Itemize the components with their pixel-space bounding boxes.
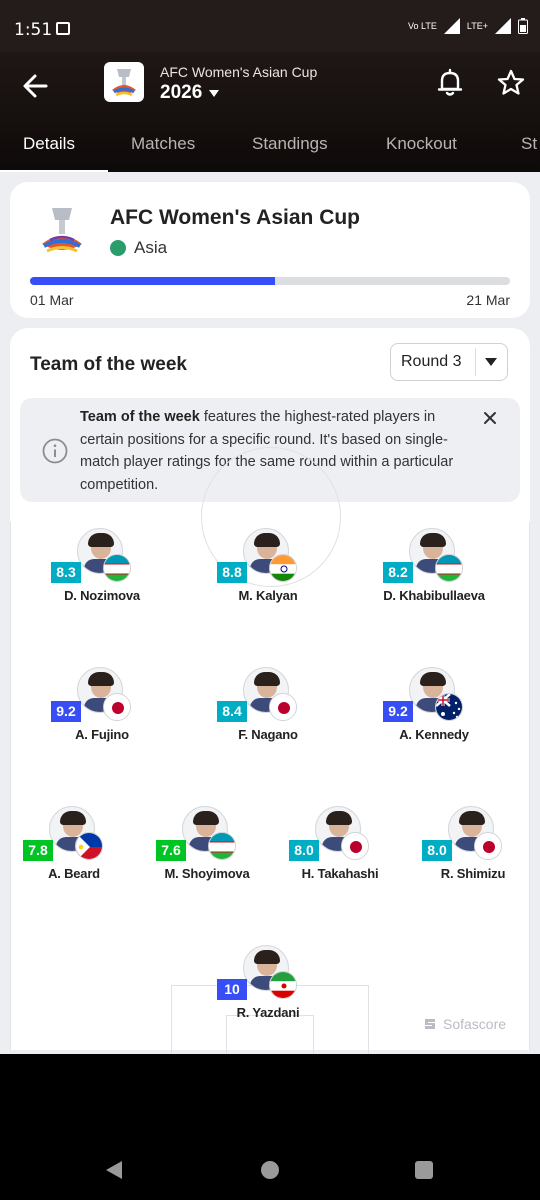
team-of-week-title: Team of the week — [30, 354, 187, 375]
close-icon[interactable] — [482, 410, 498, 426]
season-selector[interactable]: 2026 — [160, 82, 317, 104]
status-time: 1:51 — [14, 20, 53, 40]
sofascore-watermark: Sofascore — [423, 1016, 506, 1032]
player-name: M. Shoyimova — [164, 866, 250, 881]
info-icon — [42, 438, 68, 464]
player-name: R. Yazdani — [236, 1005, 300, 1020]
sim-icon — [56, 22, 70, 35]
flag-japan-icon — [341, 832, 369, 860]
tab-standings[interactable]: Standings — [252, 134, 328, 154]
dropdown-arrow-icon — [475, 348, 497, 376]
player-card[interactable]: 8.3 D. Nozimova — [42, 528, 162, 608]
app-bar: AFC Women's Asian Cup 2026 Details Match… — [0, 52, 540, 173]
player-rating: 8.3 — [51, 562, 81, 583]
player-card[interactable]: 10 R. Yazdani — [208, 945, 328, 1025]
player-card[interactable]: 8.0 R. Shimizu — [413, 806, 533, 886]
round-label: Round 3 — [401, 353, 462, 370]
nav-back-icon[interactable] — [104, 1160, 124, 1180]
tournament-progress-bar — [30, 277, 510, 285]
watermark-label: Sofascore — [443, 1016, 507, 1032]
player-name: A. Beard — [48, 866, 100, 881]
star-icon[interactable] — [496, 68, 526, 98]
player-card[interactable]: 8.2 D. Khabibullaeva — [374, 528, 494, 608]
signal-icon-2 — [495, 18, 511, 34]
flag-uzbekistan-icon — [103, 554, 131, 582]
player-card[interactable]: 9.2 A. Fujino — [42, 667, 162, 747]
player-card[interactable]: 9.2 A. Kennedy — [374, 667, 494, 747]
player-name: A. Kennedy — [399, 727, 469, 742]
player-rating: 8.0 — [422, 840, 452, 861]
player-card[interactable]: 7.6 M. Shoyimova — [147, 806, 267, 886]
tab-details[interactable]: Details — [23, 134, 75, 154]
info-bold: Team of the week — [80, 409, 200, 425]
flag-uzbekistan-icon — [435, 554, 463, 582]
progress-fill — [30, 277, 275, 285]
player-name: H. Takahashi — [301, 866, 379, 881]
player-rating: 8.8 — [217, 562, 247, 583]
lte-label: LTE+ — [466, 21, 488, 31]
player-rating: 7.8 — [23, 840, 53, 861]
network-label: Vo LTE — [408, 21, 437, 31]
tab-statistics[interactable]: St — [521, 134, 537, 154]
team-of-week-card: Team of the week Round 3 Team of the wee… — [10, 328, 533, 1054]
flag-australia-icon — [435, 693, 463, 721]
flag-philippines-icon — [75, 832, 103, 860]
season-label: 2026 — [160, 82, 203, 103]
tab-bar: Details Matches Standings Knockout St — [0, 126, 540, 173]
trophy-logo — [42, 208, 82, 253]
player-rating: 9.2 — [51, 701, 81, 722]
flag-japan-icon — [269, 693, 297, 721]
player-name: D. Nozimova — [64, 588, 140, 603]
player-rating: 8.2 — [383, 562, 413, 583]
bell-icon[interactable] — [436, 68, 464, 98]
tournament-card: AFC Women's Asian Cup Asia 01 Mar 21 Mar — [10, 182, 530, 318]
player-card[interactable]: 8.4 F. Nagano — [208, 667, 328, 747]
player-card[interactable]: 7.8 A. Beard — [14, 806, 134, 886]
player-name: M. Kalyan — [238, 588, 298, 603]
caret-down-icon — [208, 90, 219, 97]
app-bar-competition: AFC Women's Asian Cup — [160, 64, 318, 80]
player-rating: 10 — [217, 979, 247, 1000]
pitch: Sofascore 8.3 D. Nozimova 8.8 M. Kalyan 8.2 D… — [10, 447, 533, 1054]
globe-asia-icon — [110, 240, 126, 256]
signal-icon — [443, 18, 460, 34]
competition-logo — [104, 62, 144, 102]
sofascore-logo-icon — [425, 1019, 435, 1029]
battery-icon — [518, 18, 528, 34]
flag-uzbekistan-icon — [208, 832, 236, 860]
player-name: F. Nagano — [238, 727, 298, 742]
status-icons: Vo LTE LTE+ — [408, 18, 528, 34]
player-card[interactable]: 8.8 M. Kalyan — [208, 528, 328, 608]
player-rating: 7.6 — [156, 840, 186, 861]
tournament-region: Asia — [110, 238, 167, 258]
player-name: A. Fujino — [75, 727, 129, 742]
round-dropdown[interactable]: Round 3 — [390, 343, 508, 381]
content-area: AFC Women's Asian Cup Asia 01 Mar 21 Mar… — [0, 172, 540, 1054]
player-rating: 8.4 — [217, 701, 247, 722]
status-bar: 1:51 Vo LTE LTE+ — [0, 0, 540, 52]
back-arrow-icon[interactable] — [18, 68, 54, 104]
flag-india-icon — [269, 554, 297, 582]
tournament-name: AFC Women's Asian Cup — [110, 206, 361, 229]
tab-matches[interactable]: Matches — [131, 134, 195, 154]
region-label: Asia — [134, 238, 168, 257]
player-rating: 9.2 — [383, 701, 413, 722]
nav-recents-icon[interactable] — [415, 1161, 433, 1179]
flag-japan-icon — [103, 693, 131, 721]
player-rating: 8.0 — [289, 840, 319, 861]
tab-knockout[interactable]: Knockout — [386, 134, 457, 154]
title-box[interactable]: AFC Women's Asian Cup 2026 — [160, 64, 317, 104]
nav-home-icon[interactable] — [261, 1161, 279, 1179]
start-date: 01 Mar — [30, 292, 74, 308]
player-card[interactable]: 8.0 H. Takahashi — [280, 806, 400, 886]
player-name: R. Shimizu — [440, 866, 506, 881]
flag-iran-icon — [269, 971, 297, 999]
end-date: 21 Mar — [466, 292, 510, 308]
player-name: D. Khabibullaeva — [383, 588, 485, 603]
flag-japan-icon — [474, 832, 502, 860]
